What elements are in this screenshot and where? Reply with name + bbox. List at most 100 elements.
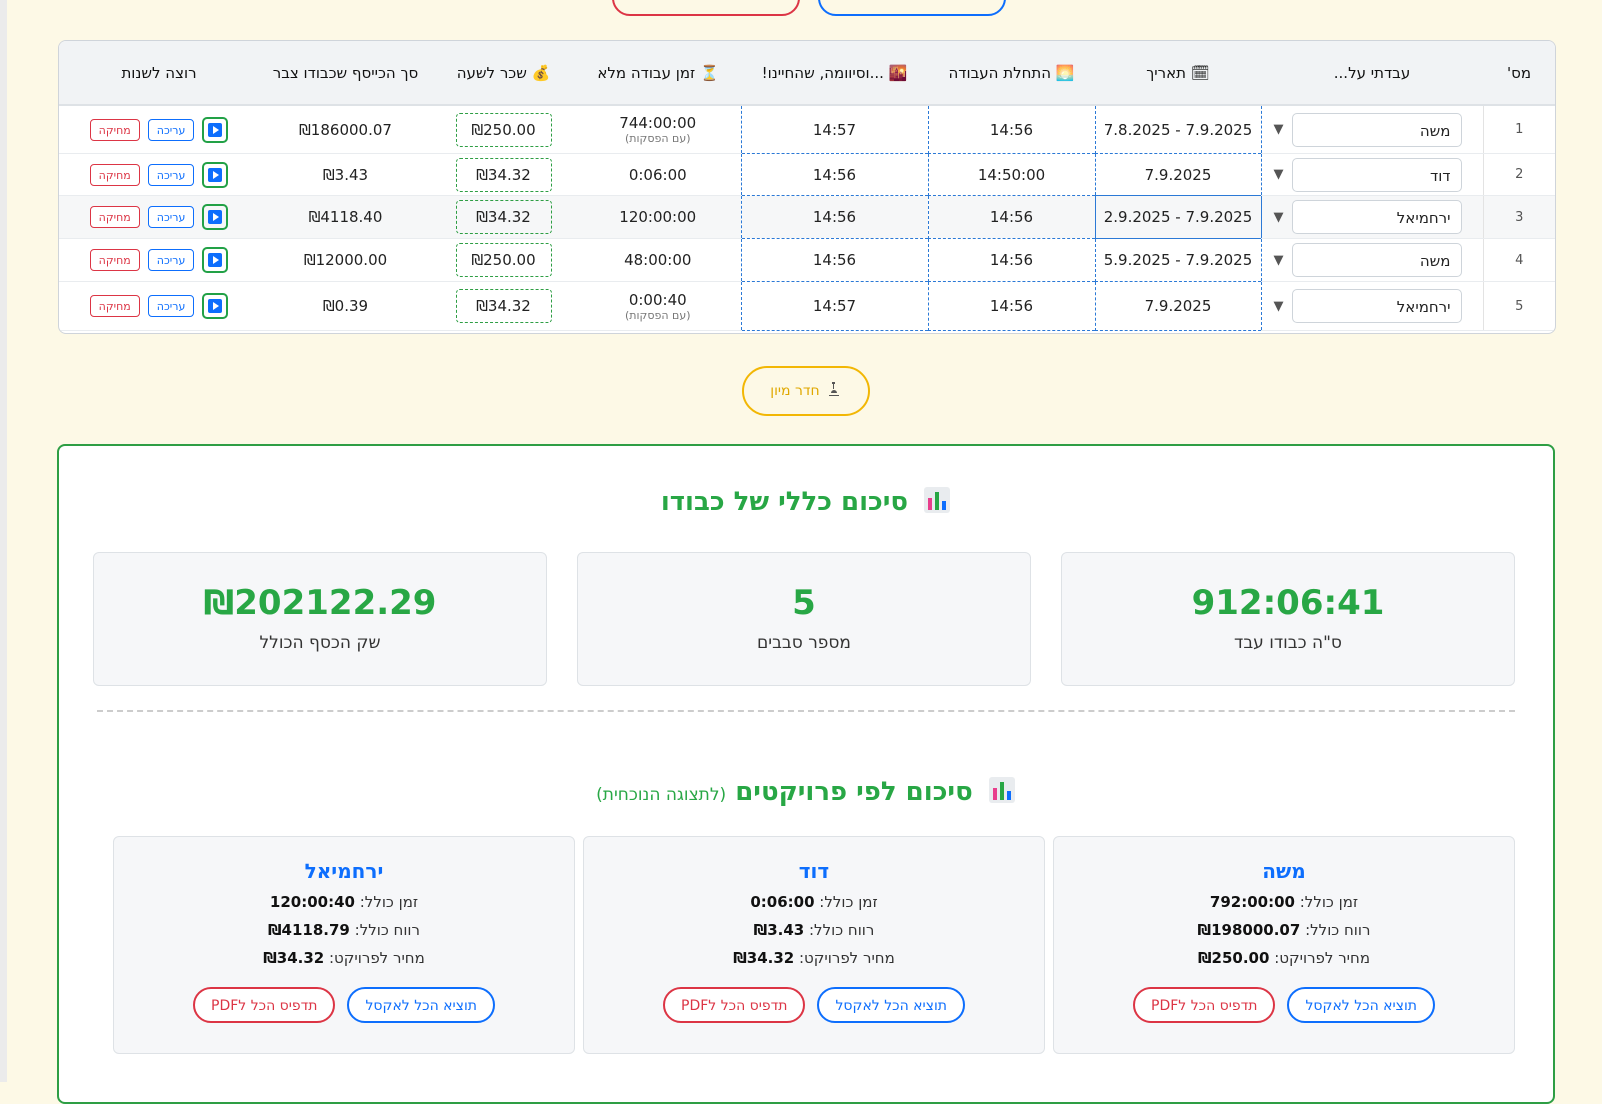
print-pdf-button[interactable]: תדפיס הכל לPDF xyxy=(663,987,806,1023)
header-end: 🌇 ...וסיוומה, שהחיינו! xyxy=(741,41,928,106)
delete-button[interactable]: מחיקה xyxy=(89,295,140,317)
stat-value: 5 xyxy=(792,583,816,623)
row-number: 1 xyxy=(1482,105,1555,154)
worker-select[interactable]: משה xyxy=(1291,112,1462,147)
end-cell[interactable]: 14:57 xyxy=(740,104,929,154)
project-profit-line: רווח כולל: ₪198000.07 xyxy=(1054,921,1514,939)
bar-chart-icon xyxy=(988,776,1016,804)
page-edge xyxy=(0,0,7,1082)
full-time-cell: 48:00:00 xyxy=(575,238,741,282)
end-cell[interactable]: 14:57 xyxy=(740,281,929,331)
dropdown-arrow-icon[interactable]: ▼ xyxy=(1274,253,1284,268)
top-red-button[interactable] xyxy=(612,0,800,16)
delete-button[interactable]: מחיקה xyxy=(89,118,140,141)
rate-value[interactable]: ₪250.00 xyxy=(455,243,552,277)
project-price: ₪34.32 xyxy=(263,949,325,967)
end-cell[interactable]: 14:56 xyxy=(740,238,929,282)
play-button[interactable] xyxy=(202,161,229,188)
rate-value[interactable]: ₪34.32 xyxy=(455,289,552,323)
projects-subtitle: (לתצוגה הנוכחית) xyxy=(596,785,727,805)
export-excel-button[interactable]: תוציא הכל לאקסל xyxy=(1287,987,1435,1023)
dropdown-arrow-icon[interactable]: ▼ xyxy=(1274,122,1284,137)
start-cell[interactable]: 14:56 xyxy=(927,104,1096,154)
play-icon xyxy=(208,122,223,137)
total-cell: ₪3.43 xyxy=(259,153,432,196)
export-excel-button[interactable]: תוציא הכל לאקסל xyxy=(347,987,495,1023)
worker-cell: ירחמיאל ▼ xyxy=(1261,195,1483,239)
project-price-line: מחיר לפרויקט: ₪250.00 xyxy=(1054,949,1514,967)
top-blue-button[interactable] xyxy=(818,0,1006,16)
project-profit-line: רווח כולל: ₪3.43 xyxy=(584,921,1044,939)
delete-button[interactable]: מחיקה xyxy=(89,206,140,228)
delete-button[interactable]: מחיקה xyxy=(89,163,140,186)
dropdown-arrow-icon[interactable]: ▼ xyxy=(1274,167,1284,182)
table-row: 5 ירחמיאל ▼ 7.9.2025 14:56 14:57 0:00:40 (עם הפ… xyxy=(59,281,1555,331)
export-excel-button[interactable]: תוציא הכל לאקסל xyxy=(817,987,965,1023)
projects-title: סיכום לפי פרויקטים (לתצוגה הנוכחית) xyxy=(59,776,1553,807)
stat-label: שק הכסף הכולל xyxy=(259,633,381,653)
date-cell[interactable]: 7.9.2025 - 7.8.2025 xyxy=(1094,104,1262,154)
date-cell[interactable]: 7.9.2025 xyxy=(1094,153,1262,196)
work-table: מס' עבדתי על... 🗓 תאריך 🌅 התחלת העבודה 🌇… xyxy=(59,41,1555,331)
rate-cell: ₪34.32 xyxy=(432,195,575,239)
print-pdf-button[interactable]: תדפיס הכל לPDF xyxy=(193,987,336,1023)
end-cell[interactable]: 14:56 xyxy=(740,153,929,196)
project-name: ירחמיאל xyxy=(304,859,384,883)
start-cell[interactable]: 14:56 xyxy=(927,195,1096,239)
rate-value[interactable]: ₪34.32 xyxy=(455,200,552,234)
worker-select[interactable]: דוד xyxy=(1291,157,1462,192)
dropdown-arrow-icon[interactable]: ▼ xyxy=(1274,210,1284,225)
table-row: 4 משה ▼ 7.9.2025 - 5.9.2025 14:56 14:56 48:00:… xyxy=(59,238,1555,282)
play-button[interactable] xyxy=(202,247,229,273)
edit-button[interactable]: עריכה xyxy=(147,206,195,228)
project-time: 792:00:00 xyxy=(1209,893,1295,911)
print-pdf-button[interactable]: תדפיס הכל לPDF xyxy=(1133,987,1276,1023)
worker-cell: ירחמיאל ▼ xyxy=(1261,281,1483,331)
summary-title-text: סיכום כללי של כבודו xyxy=(660,487,909,517)
worker-cell: משה ▼ xyxy=(1261,238,1483,282)
worker-select[interactable]: משה xyxy=(1291,243,1462,277)
row-number: 3 xyxy=(1482,195,1555,239)
actions-cell: עריכה מחיקה xyxy=(59,195,259,239)
delete-button[interactable]: מחיקה xyxy=(89,249,140,271)
projects-title-text: סיכום לפי פרויקטים xyxy=(735,777,973,807)
play-button[interactable] xyxy=(202,204,229,230)
full-time-cell: 120:00:00 xyxy=(575,195,741,239)
date-cell[interactable]: 7.9.2025 xyxy=(1094,281,1262,331)
rate-value[interactable]: ₪250.00 xyxy=(455,112,552,147)
edit-button[interactable]: עריכה xyxy=(147,163,195,186)
worker-select[interactable]: ירחמיאל xyxy=(1291,289,1462,323)
full-time-cell: 744:00:00 (עם הפסקות) xyxy=(575,105,741,154)
project-profit-label: רווח כולל: xyxy=(809,921,875,939)
rate-cell: ₪250.00 xyxy=(432,105,575,154)
end-cell[interactable]: 14:56 xyxy=(740,195,929,239)
date-cell[interactable]: 7.9.2025 - 2.9.2025 xyxy=(1094,195,1262,239)
lab-button-label: חדר מיון xyxy=(770,383,820,399)
project-name: דוד xyxy=(798,859,830,883)
start-cell[interactable]: 14:56 xyxy=(927,238,1096,282)
stat-total-time: 912:06:41 ס"ה כבודו עבד xyxy=(1061,552,1515,686)
rate-value[interactable]: ₪34.32 xyxy=(455,157,552,192)
project-profit-label: רווח כולל: xyxy=(354,921,420,939)
edit-button[interactable]: עריכה xyxy=(147,118,195,141)
table-row: 2 דוד ▼ 7.9.2025 14:50:00 14:56 0:06:00 ₪34.32 ₪… xyxy=(59,153,1555,196)
start-cell[interactable]: 14:56 xyxy=(927,281,1096,331)
worker-cell: משה ▼ xyxy=(1261,105,1483,154)
row-number: 2 xyxy=(1482,153,1555,196)
edit-button[interactable]: עריכה xyxy=(147,295,195,317)
project-price-line: מחיר לפרויקט: ₪34.32 xyxy=(584,949,1044,967)
worker-select[interactable]: ירחמיאל xyxy=(1291,200,1462,234)
project-card: משה זמן כולל: 792:00:00 רווח כולל: ₪198000… xyxy=(1053,836,1515,1054)
play-button[interactable] xyxy=(202,116,229,143)
dropdown-arrow-icon[interactable]: ▼ xyxy=(1274,299,1284,314)
full-time-note: (עם הפסקות) xyxy=(625,308,691,322)
work-table-card: מס' עבדתי על... 🗓 תאריך 🌅 התחלת העבודה 🌇… xyxy=(58,40,1556,334)
date-cell[interactable]: 7.9.2025 - 5.9.2025 xyxy=(1094,238,1262,282)
start-cell[interactable]: 14:50:00 xyxy=(927,153,1096,196)
project-time-line: זמן כולל: 0:06:00 xyxy=(584,893,1044,911)
lab-button[interactable]: חדר מיון xyxy=(742,366,870,416)
play-button[interactable] xyxy=(202,293,229,319)
total-cell: ₪186000.07 xyxy=(259,105,432,154)
edit-button[interactable]: עריכה xyxy=(147,249,195,271)
header-num: מס' xyxy=(1483,41,1555,106)
